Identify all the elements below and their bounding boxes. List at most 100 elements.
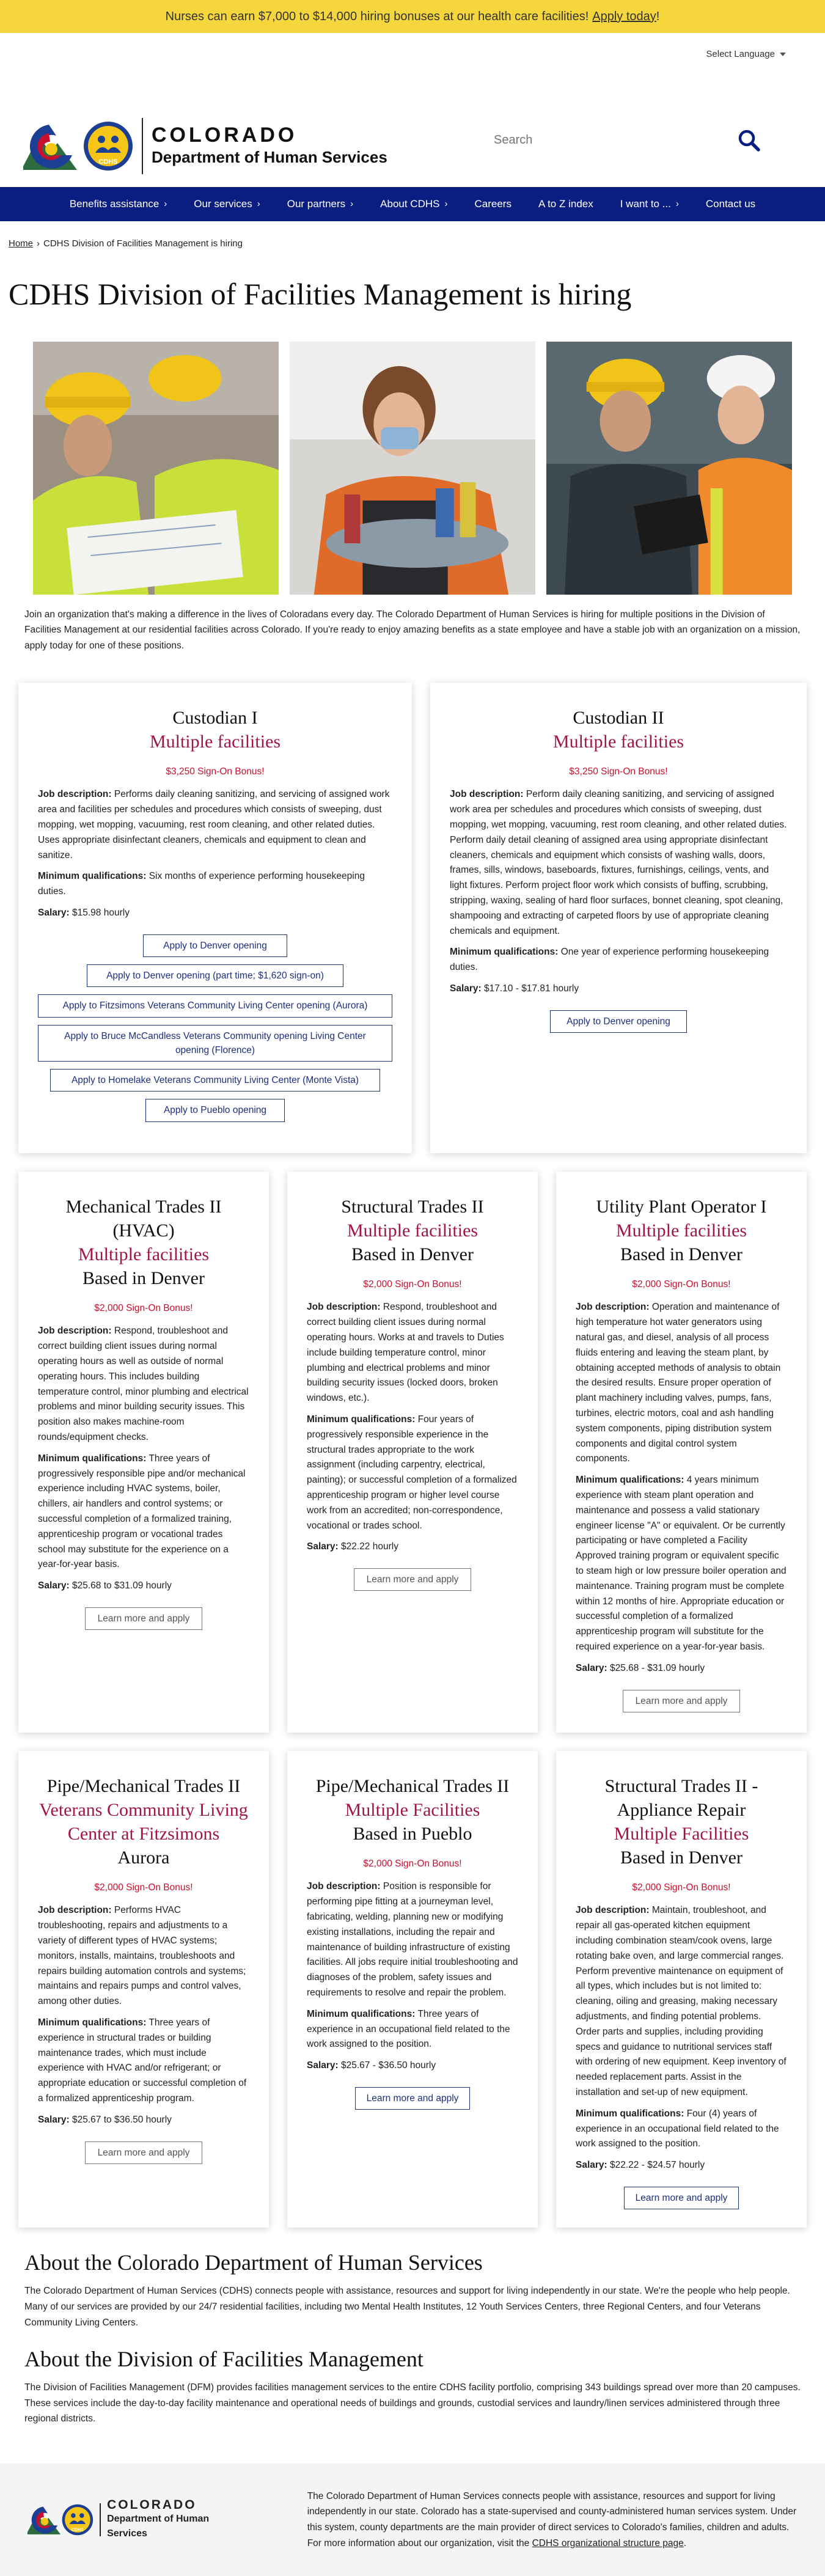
- breadcrumb: Home › CDHS Division of Facilities Manag…: [0, 221, 825, 251]
- footer-logo[interactable]: CDHS COLORADO Department of Human Servic…: [24, 2498, 246, 2541]
- job-base: Based in Denver: [620, 1848, 743, 1868]
- nav-item-i-want-to[interactable]: I want to ... ›: [607, 196, 692, 212]
- nav-item-careers[interactable]: Careers: [461, 196, 524, 212]
- job-title: Utility Plant Operator I: [596, 1197, 767, 1217]
- nav-item-our-services[interactable]: Our services ›: [180, 196, 273, 212]
- custodian-with-supplies-photo: [290, 341, 535, 595]
- footer-text: The Colorado Department of Human Service…: [307, 2490, 797, 2548]
- job-card-appliance-repair: Structural Trades II - Appliance Repair …: [556, 1751, 807, 2228]
- nav-item-about-cdhs[interactable]: About CDHS ›: [367, 196, 461, 212]
- job-description: Job description: Performs HVAC troublesh…: [38, 1905, 246, 2007]
- salary: Salary: $25.67 to $36.50 hourly: [38, 2114, 172, 2125]
- apply-denver-button[interactable]: Apply to Denver opening: [143, 934, 287, 958]
- nav-item-a-to-z-index[interactable]: A to Z index: [525, 196, 607, 212]
- cdhs-badge-icon: CDHS: [84, 122, 133, 171]
- job-card-pipe-trades-aurora: Pipe/Mechanical Trades II Veterans Commu…: [18, 1751, 269, 2228]
- job-description: Job description: Position is responsible…: [307, 1881, 518, 1998]
- minimum-qualifications: Minimum qualifications: Six months of ex…: [38, 871, 365, 897]
- learn-more-button[interactable]: Learn more and apply: [353, 1568, 472, 1591]
- job-card-utility-plant-operator: Utility Plant Operator I Multiple facili…: [556, 1172, 807, 1733]
- language-select[interactable]: Select Language: [706, 48, 786, 62]
- apply-fitzsimons-button[interactable]: Apply to Fitzsimons Veterans Community L…: [38, 994, 392, 1018]
- about-dfm-section: About the Division of Facilities Managem…: [0, 2330, 825, 2427]
- footer-logo-dept: Department of Human Services: [107, 2514, 210, 2539]
- job-location: Multiple facilities: [346, 1220, 479, 1241]
- job-base: Based in Denver: [82, 1268, 205, 1289]
- minimum-qualifications: Minimum qualifications: Three years of p…: [38, 1453, 246, 1570]
- job-description: Job description: Respond, troubleshoot a…: [38, 1326, 249, 1443]
- job-description: Job description: Respond, troubleshoot a…: [307, 1302, 504, 1404]
- page-title: CDHS Division of Facilities Management i…: [9, 276, 632, 311]
- alert-end: !: [656, 10, 660, 23]
- job-card-custodian-2: Custodian II Multiple facilities $3,250 …: [430, 683, 807, 1154]
- job-location: Multiple facilities: [552, 732, 684, 752]
- nav-item-contact-us[interactable]: Contact us: [692, 196, 769, 212]
- job-description: Job description: Maintain, troubleshoot,…: [576, 1905, 787, 2097]
- sign-on-bonus: $2,000 Sign-On Bonus!: [632, 1882, 731, 1893]
- salary: Salary: $22.22 - $24.57 hourly: [576, 2160, 705, 2171]
- apply-denver-button[interactable]: Apply to Denver opening: [550, 1010, 687, 1033]
- job-location: Multiple Facilities: [614, 1824, 749, 1844]
- job-title: Pipe/Mechanical Trades II: [46, 1776, 241, 1797]
- alert-banner: Nurses can earn $7,000 to $14,000 hiring…: [0, 0, 825, 33]
- job-title: Pipe/Mechanical Trades II: [315, 1776, 510, 1797]
- chevron-right-icon: ›: [675, 198, 679, 209]
- job-card-custodian-1: Custodian I Multiple facilities $3,250 S…: [18, 683, 412, 1154]
- main-nav: Benefits assistance › Our services › Our par…: [0, 187, 825, 221]
- job-base: Based in Denver: [620, 1244, 743, 1265]
- apply-pueblo-button[interactable]: Apply to Pueblo opening: [145, 1099, 285, 1122]
- job-description: Job description: Operation and maintenan…: [576, 1302, 781, 1464]
- job-title: Structural Trades II - Appliance Repair: [604, 1776, 758, 1821]
- apply-denver-part-time-button[interactable]: Apply to Denver opening (part time; $1,6…: [87, 964, 343, 988]
- nav-item-our-partners[interactable]: Our partners ›: [274, 196, 367, 212]
- learn-more-button[interactable]: Learn more and apply: [623, 2186, 739, 2210]
- apply-today-link[interactable]: Apply today: [592, 7, 656, 26]
- colorado-flag-logo-icon: [23, 125, 77, 170]
- about-cdhs-heading: About the Colorado Department of Human S…: [24, 2250, 483, 2275]
- sign-on-bonus: $3,250 Sign-On Bonus!: [166, 766, 265, 777]
- job-title: Structural Trades II: [341, 1197, 484, 1217]
- chevron-right-icon: ›: [164, 198, 167, 209]
- org-structure-link[interactable]: CDHS organizational structure page: [532, 2538, 684, 2548]
- job-base: Aurora: [117, 1848, 170, 1868]
- apply-florence-button[interactable]: Apply to Bruce McCandless Veterans Commu…: [38, 1024, 392, 1062]
- intro-paragraph: Join an organization that's making a dif…: [24, 609, 801, 651]
- job-card-mechanical-trades: Mechanical Trades II (HVAC) Multiple fac…: [18, 1172, 269, 1733]
- chevron-right-icon: ›: [350, 198, 354, 209]
- language-select-label: Select Language: [706, 49, 775, 59]
- chevron-down-icon: [780, 53, 786, 57]
- colorado-flag-logo-icon: [27, 2506, 61, 2534]
- about-dfm-heading: About the Division of Facilities Managem…: [24, 2347, 424, 2372]
- nav-item-benefits-assistance[interactable]: Benefits assistance ›: [56, 196, 180, 212]
- job-description: Job description: Perform daily cleaning …: [450, 789, 787, 936]
- site-header: Select Language CDHS COLORADO Department…: [0, 33, 825, 174]
- salary: Salary: $17.10 - $17.81 hourly: [450, 983, 579, 994]
- breadcrumb-home-link[interactable]: Home: [9, 237, 33, 251]
- chevron-right-icon: ›: [257, 198, 260, 209]
- sign-on-bonus: $3,250 Sign-On Bonus!: [569, 766, 668, 777]
- search-input[interactable]: [494, 133, 738, 147]
- cdhs-badge-text: CDHS: [98, 158, 117, 166]
- apply-monte-vista-button[interactable]: Apply to Homelake Veterans Community Liv…: [50, 1069, 380, 1092]
- cdhs-logo[interactable]: CDHS COLORADO Department of Human Servic…: [18, 117, 387, 175]
- breadcrumb-separator: ›: [37, 238, 40, 249]
- job-location: Veterans Community Living Center at Fitz…: [39, 1800, 248, 1844]
- learn-more-button[interactable]: Learn more and apply: [622, 1689, 741, 1712]
- salary: Salary: $25.68 to $31.09 hourly: [38, 1580, 172, 1591]
- logo-state-text: COLORADO: [152, 123, 298, 147]
- sign-on-bonus: $2,000 Sign-On Bonus!: [363, 1859, 462, 1870]
- job-title: Custodian II: [573, 708, 664, 728]
- search-form: [494, 125, 763, 155]
- learn-more-button[interactable]: Learn more and apply: [84, 2141, 203, 2164]
- job-cards-row-3: Pipe/Mechanical Trades II Veterans Commu…: [0, 1733, 825, 2228]
- minimum-qualifications: Minimum qualifications: Three years of e…: [38, 2017, 247, 2104]
- search-icon[interactable]: [736, 127, 763, 154]
- job-cards-row-2: Mechanical Trades II (HVAC) Multiple fac…: [0, 1153, 825, 1733]
- chevron-right-icon: ›: [444, 198, 448, 209]
- learn-more-button[interactable]: Learn more and apply: [84, 1607, 203, 1631]
- job-base: Based in Pueblo: [353, 1824, 472, 1844]
- job-card-pipe-trades-pueblo: Pipe/Mechanical Trades II Multiple Facil…: [287, 1751, 538, 2228]
- learn-more-button[interactable]: Learn more and apply: [354, 2087, 471, 2110]
- minimum-qualifications: Minimum qualifications: Three years of e…: [307, 2008, 510, 2050]
- minimum-qualifications: Minimum qualifications: Four (4) years o…: [576, 2108, 779, 2149]
